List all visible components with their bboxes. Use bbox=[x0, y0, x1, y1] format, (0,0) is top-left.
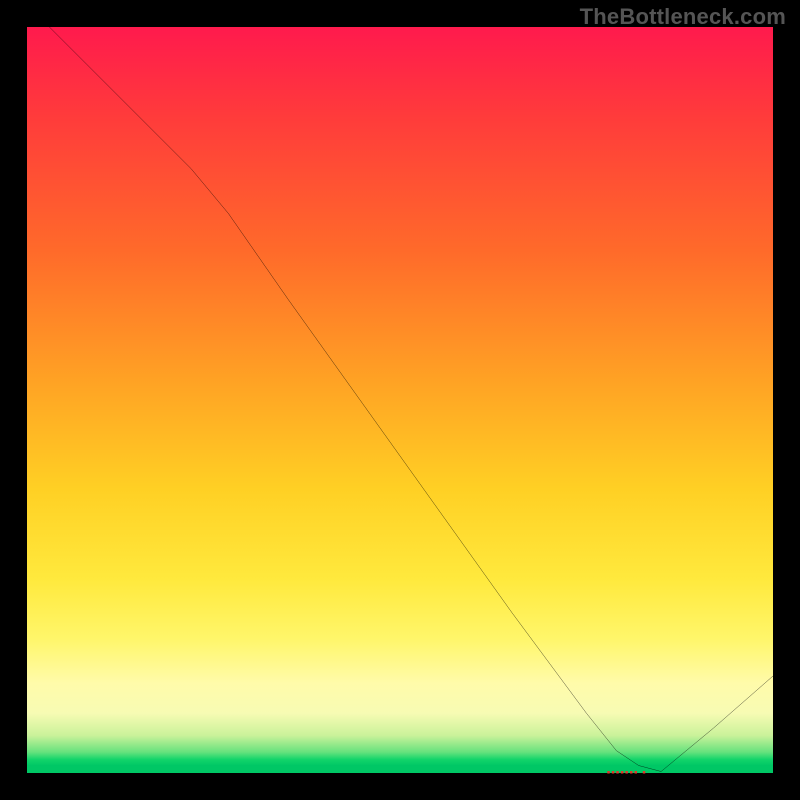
x-axis-highlight-marker: ▪▪▪▪▪▪▪ ▪ bbox=[607, 768, 647, 779]
chart-frame: TheBottleneck.com ▪▪▪▪▪▪▪ ▪ bbox=[0, 0, 800, 800]
line-curve bbox=[27, 27, 773, 773]
plot-area: ▪▪▪▪▪▪▪ ▪ bbox=[27, 27, 773, 773]
